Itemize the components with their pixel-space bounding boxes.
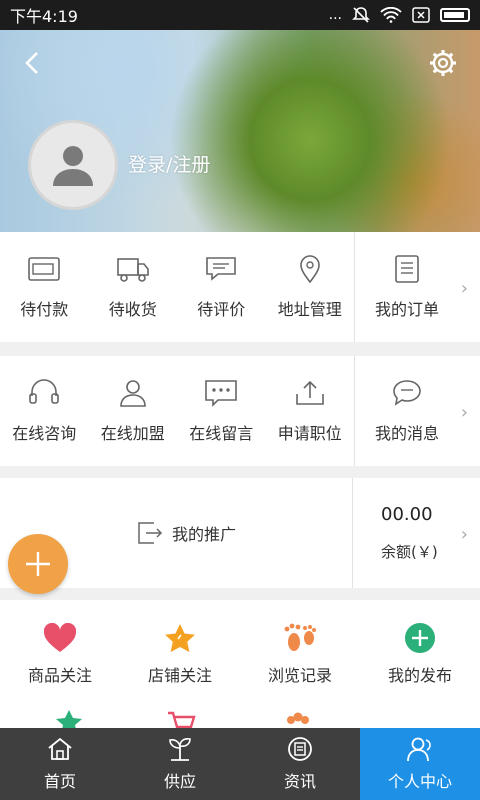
browse-history-item[interactable]: 浏览记录 [240, 622, 360, 696]
address-management-label: 地址管理 [277, 300, 342, 319]
plus-circle-icon [405, 623, 435, 653]
share-arrow-icon [138, 522, 163, 544]
chevron-right-icon: › [460, 278, 468, 299]
bottom-tab-bar: 首页 供应 资讯 个人中心 [0, 728, 480, 800]
upload-icon [295, 380, 324, 405]
settings-button[interactable] [428, 48, 458, 78]
my-orders-button[interactable]: 我的订单 › [354, 232, 480, 342]
home-icon [48, 737, 72, 760]
gear-icon [430, 50, 456, 76]
chevron-right-icon: › [460, 402, 468, 423]
user-icon [407, 737, 431, 762]
store-follow-item[interactable]: 店铺关注 [120, 622, 240, 696]
login-register-link[interactable]: 登录/注册 [128, 150, 210, 177]
pending-receipt-item[interactable]: 待收货 [89, 232, 178, 342]
my-promotion-label: 我的推广 [171, 525, 236, 544]
tab-supply[interactable]: 供应 [120, 728, 240, 800]
partial-star-icon [54, 708, 84, 728]
orders-panel: 待付款 待收货 待评价 地址管理 我的订单 › [0, 232, 480, 342]
online-message-label: 在线留言 [189, 424, 254, 443]
headset-icon [29, 379, 60, 404]
tab-home-label: 首页 [43, 772, 76, 791]
order-list-icon [395, 255, 419, 283]
my-orders-label: 我的订单 [375, 300, 440, 319]
balance-amount: 00.00 [381, 504, 433, 525]
tab-personal-center[interactable]: 个人中心 [360, 728, 480, 800]
online-join-label: 在线加盟 [100, 424, 165, 443]
wifi-icon [380, 7, 402, 23]
partial-group-icon [283, 708, 313, 728]
store-follow-label: 店铺关注 [147, 666, 212, 685]
chevron-right-icon: › [460, 524, 468, 545]
chat-bubble-icon [393, 380, 421, 406]
chevron-left-icon [25, 52, 38, 74]
pending-review-item[interactable]: 待评价 [177, 232, 266, 342]
battery-icon [440, 8, 470, 22]
wallet-icon [28, 257, 61, 281]
services-panel: 在线咨询 在线加盟 在线留言 申请职位 我的消息 › [0, 356, 480, 466]
truck-icon [116, 258, 149, 282]
message-dots-icon [205, 380, 238, 407]
online-join-item[interactable]: 在线加盟 [89, 356, 178, 466]
address-management-item[interactable]: 地址管理 [266, 232, 355, 342]
my-messages-label: 我的消息 [375, 424, 440, 443]
pending-payment-label: 待付款 [20, 300, 69, 319]
tab-home[interactable]: 首页 [0, 728, 120, 800]
partial-cart-icon [166, 708, 196, 728]
sim-x-icon [412, 7, 430, 23]
product-follow-label: 商品关注 [27, 666, 92, 685]
browse-history-label: 浏览记录 [267, 666, 332, 685]
product-follow-item[interactable]: 商品关注 [0, 622, 120, 696]
pending-receipt-label: 待收货 [108, 300, 157, 319]
location-pin-icon [299, 255, 320, 284]
my-posts-item[interactable]: 我的发布 [360, 622, 480, 696]
apply-position-label: 申请职位 [277, 424, 342, 443]
heart-icon [43, 622, 77, 652]
news-icon [288, 737, 312, 761]
notification-dots-icon: ... [328, 7, 342, 23]
plant-icon [169, 738, 191, 761]
profile-header: 登录/注册 [0, 30, 480, 232]
star-icon [165, 624, 195, 652]
mute-bell-icon [352, 7, 370, 23]
my-posts-label: 我的发布 [387, 666, 452, 685]
favorites-panel: 商品关注 店铺关注 浏览记录 我的发布 [0, 600, 480, 728]
promo-panel: 我的推广 00.00 余额(￥) › [0, 478, 480, 588]
online-consult-label: 在线咨询 [12, 424, 77, 443]
back-button[interactable] [18, 48, 48, 78]
status-icons: ... [329, 6, 470, 24]
person-icon [119, 380, 146, 407]
tab-personal-center-label: 个人中心 [387, 772, 452, 791]
floating-add-button[interactable] [8, 534, 68, 594]
pending-payment-item[interactable]: 待付款 [0, 232, 89, 342]
status-time: 下午4:19 [10, 7, 78, 26]
apply-position-item[interactable]: 申请职位 [266, 356, 355, 466]
plus-icon [26, 552, 50, 576]
online-message-item[interactable]: 在线留言 [177, 356, 266, 466]
balance-button[interactable]: 00.00 余额(￥) › [352, 478, 480, 588]
pending-review-label: 待评价 [197, 300, 246, 319]
footprint-icon [284, 623, 316, 651]
status-bar: 下午4:19 ... [0, 0, 480, 30]
tab-news-label: 资讯 [283, 772, 316, 791]
user-silhouette-icon [53, 146, 93, 186]
tab-news[interactable]: 资讯 [240, 728, 360, 800]
online-consult-item[interactable]: 在线咨询 [0, 356, 89, 466]
comment-icon [206, 257, 237, 281]
tab-supply-label: 供应 [163, 772, 196, 791]
my-messages-button[interactable]: 我的消息 › [354, 356, 480, 466]
avatar[interactable] [28, 120, 118, 210]
